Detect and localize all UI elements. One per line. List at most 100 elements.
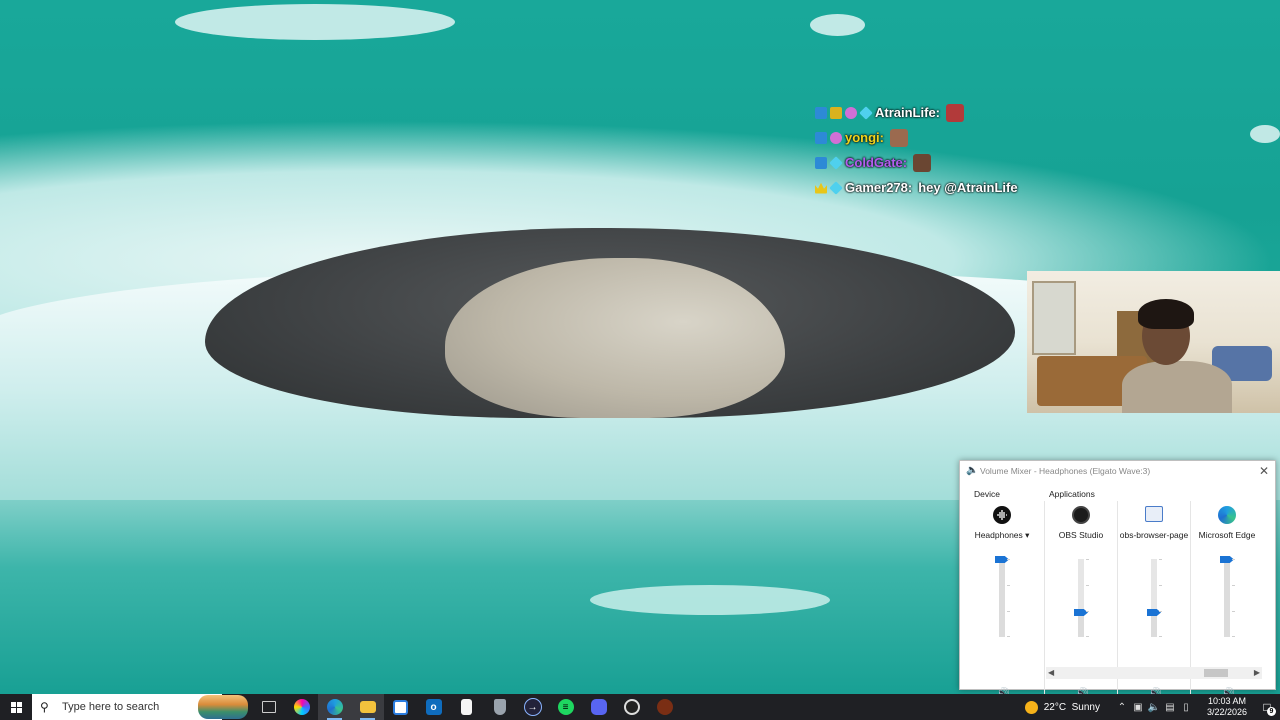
search-input[interactable] xyxy=(60,700,174,714)
scroll-left-icon[interactable]: ◀ xyxy=(1048,667,1054,679)
slider-ticks xyxy=(1086,559,1090,637)
badge-icon xyxy=(815,156,827,169)
spotify-button[interactable]: ≡ xyxy=(549,694,582,720)
horizontal-scrollbar[interactable]: ◀ ▶ xyxy=(1046,667,1262,679)
edge-taskbar-button[interactable] xyxy=(318,694,351,720)
search-icon: ⚲ xyxy=(40,700,49,714)
slider-fill xyxy=(999,559,1005,637)
chat-text: hey @AtrainLife xyxy=(918,180,1018,195)
speaker-icon: 🔈 xyxy=(966,465,979,476)
ice-floe xyxy=(590,585,830,615)
chevron-up-icon[interactable]: ⌃ xyxy=(1114,702,1130,713)
file-explorer-button[interactable] xyxy=(351,694,384,720)
notepad-icon xyxy=(461,699,472,715)
volume-mixer-window: 🔈 Volume Mixer - Headphones (Elgato Wave… xyxy=(959,460,1276,706)
security-button[interactable] xyxy=(483,694,516,720)
taskbar-search[interactable]: ⚲ xyxy=(32,694,248,720)
streaming-app-button[interactable]: → xyxy=(516,694,549,720)
device-volume-slider[interactable] xyxy=(999,559,1005,637)
streamer-body xyxy=(1122,361,1232,413)
microsoft-store-icon xyxy=(393,699,408,715)
edge-icon xyxy=(326,699,343,715)
scroll-right-icon[interactable]: ▶ xyxy=(1254,667,1260,679)
obs-browser-page-volume-slider[interactable] xyxy=(1151,559,1157,637)
app-label: obs-browser-page xyxy=(1119,530,1189,540)
badge-icon xyxy=(829,180,843,195)
slider-ticks xyxy=(1007,559,1011,637)
slider-fill xyxy=(1224,559,1230,637)
title-bar[interactable]: 🔈 Volume Mixer - Headphones (Elgato Wave… xyxy=(960,461,1275,481)
obs-icon[interactable] xyxy=(1072,506,1090,524)
emote-icon xyxy=(946,103,964,122)
start-button[interactable] xyxy=(0,694,32,720)
windows-icon xyxy=(10,701,22,713)
badge-icon xyxy=(859,105,873,120)
game-button[interactable] xyxy=(648,694,681,720)
headphones-icon[interactable] xyxy=(993,506,1011,524)
meet-now-icon[interactable]: ▣ xyxy=(1130,702,1146,713)
edge-volume-slider[interactable] xyxy=(1224,559,1230,637)
search-highlight-image xyxy=(198,695,248,719)
copilot-icon xyxy=(293,699,310,715)
security-icon xyxy=(493,699,506,715)
chevron-down-icon: ▾ xyxy=(1025,530,1030,540)
chat-username: Gamer278: xyxy=(845,180,913,195)
close-button[interactable]: ✕ xyxy=(1259,464,1269,478)
webcam-overlay xyxy=(1027,271,1280,413)
discord-icon xyxy=(590,699,607,715)
speaker-icon[interactable]: 🔈 xyxy=(1146,702,1162,713)
file-explorer-icon xyxy=(359,701,376,713)
badge-icon xyxy=(815,106,827,119)
chat-username: yongi: xyxy=(845,130,884,145)
system-tray-area: 22°C Sunny ⌃ ▣ 🔈 ▤ ▯ 10:03 AM 3/22/2026 … xyxy=(1024,694,1280,720)
weather-temp: 22°C xyxy=(1043,701,1067,713)
spotify-icon: ≡ xyxy=(557,699,574,715)
app-label: Microsoft Edge xyxy=(1198,530,1256,540)
badge-icon xyxy=(815,131,827,144)
task-view-icon xyxy=(261,701,276,713)
badge-icon xyxy=(815,182,827,194)
task-view-button[interactable] xyxy=(252,694,285,720)
clock[interactable]: 10:03 AM 3/22/2026 xyxy=(1200,696,1254,718)
chat-username: ColdGate: xyxy=(845,155,908,170)
discord-button[interactable] xyxy=(582,694,615,720)
stream-chat-overlay: AtrainLife: yongi: ColdGate: Gamer278: h… xyxy=(815,100,1075,200)
obs-button[interactable] xyxy=(615,694,648,720)
device-channel: Headphones ▾ 🔊 xyxy=(966,501,1038,706)
battery-icon[interactable]: ▯ xyxy=(1178,702,1194,713)
emote-icon xyxy=(913,153,932,172)
badge-icon xyxy=(845,106,857,119)
browser-page-icon[interactable] xyxy=(1145,506,1163,522)
scrollbar-thumb[interactable] xyxy=(1204,669,1228,677)
slider-ticks xyxy=(1159,559,1163,637)
taskbar: ⚲ o → ≡ 22°C Sunny ⌃ ▣ 🔈 ▤ ▯ 10: xyxy=(0,694,1280,720)
obs-volume-slider[interactable] xyxy=(1078,559,1084,637)
chat-message: yongi: xyxy=(815,125,1075,150)
game-icon xyxy=(656,699,673,715)
ice-floe xyxy=(810,14,865,36)
streamer-hair xyxy=(1138,299,1194,329)
microsoft-store-button[interactable] xyxy=(384,694,417,720)
outlook-button[interactable]: o xyxy=(417,694,450,720)
chat-message: AtrainLife: xyxy=(815,100,1075,125)
notepad-button[interactable] xyxy=(450,694,483,720)
streaming-app-icon: → xyxy=(523,698,542,716)
clock-date: 3/22/2026 xyxy=(1206,707,1248,717)
slider-ticks xyxy=(1232,559,1236,637)
notification-button[interactable]: □ 9 xyxy=(1254,694,1280,720)
edge-icon[interactable] xyxy=(1218,506,1236,524)
chat-username: AtrainLife: xyxy=(875,105,940,120)
ice-floe xyxy=(175,4,455,40)
network-icon[interactable]: ▤ xyxy=(1162,702,1178,713)
notification-count: 9 xyxy=(1267,707,1276,716)
sun-icon xyxy=(1024,700,1038,714)
streamer xyxy=(1122,299,1232,413)
app-label: OBS Studio xyxy=(1058,530,1104,540)
device-selector[interactable]: Headphones ▾ xyxy=(966,530,1038,541)
obs-icon xyxy=(623,699,640,715)
badge-icon xyxy=(829,155,843,170)
weather-widget[interactable]: 22°C Sunny xyxy=(1024,700,1100,714)
emote-icon xyxy=(890,128,908,147)
system-tray: ⌃ ▣ 🔈 ▤ ▯ xyxy=(1114,702,1194,713)
copilot-button[interactable] xyxy=(285,694,318,720)
